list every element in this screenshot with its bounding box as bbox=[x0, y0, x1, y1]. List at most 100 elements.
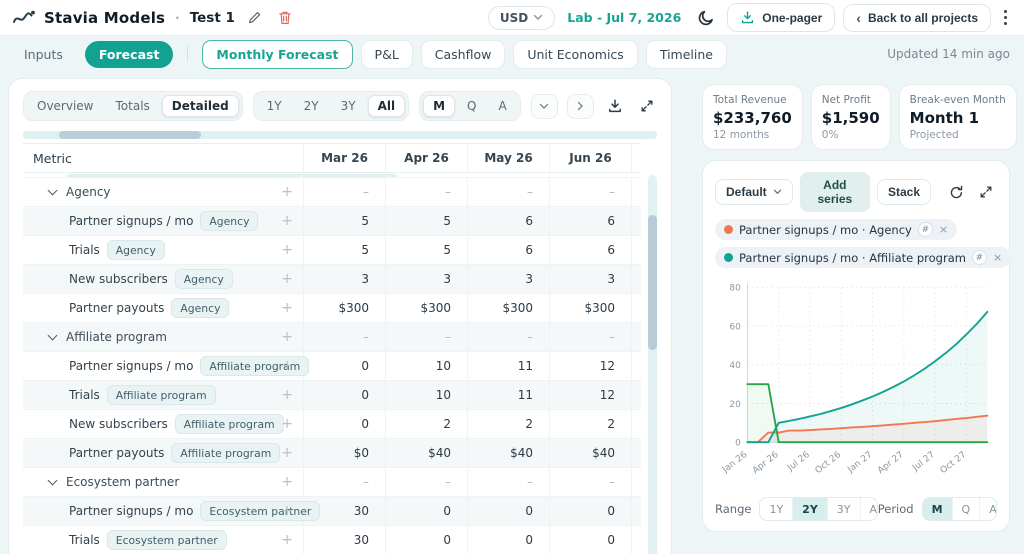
series-chip[interactable]: Partner signups / mo · Agency # × bbox=[715, 219, 958, 240]
value-cell[interactable]: 2 bbox=[467, 410, 549, 438]
value-cell[interactable]: 0 bbox=[549, 497, 631, 525]
table-row[interactable]: Partner signups / mo Affiliate program +0 1… bbox=[23, 352, 641, 381]
horizontal-scrollbar-thumb[interactable] bbox=[59, 131, 201, 139]
nav-tab-forecast[interactable]: Forecast bbox=[84, 40, 174, 68]
value-cell[interactable]: 6 bbox=[549, 207, 631, 235]
dark-mode-toggle[interactable] bbox=[693, 7, 719, 29]
subtab-p-l[interactable]: P&L bbox=[360, 39, 413, 69]
add-row-button[interactable]: + bbox=[281, 358, 293, 374]
chevron-down-icon[interactable] bbox=[47, 475, 58, 486]
table-row[interactable]: Trials Affiliate program +0 10 11 12 bbox=[23, 381, 641, 410]
add-row-button[interactable]: + bbox=[281, 213, 293, 229]
add-row-button[interactable]: + bbox=[281, 416, 293, 432]
add-row-button[interactable]: + bbox=[281, 474, 293, 490]
value-cell[interactable]: 6 bbox=[467, 207, 549, 235]
step-forward-button[interactable] bbox=[566, 93, 594, 119]
view-tab-overview[interactable]: Overview bbox=[27, 95, 104, 117]
value-cell[interactable]: 0 bbox=[385, 497, 467, 525]
chart-period-q[interactable]: Q bbox=[951, 498, 980, 520]
one-pager-button[interactable]: One-pager bbox=[727, 3, 836, 32]
value-cell[interactable]: $300 bbox=[549, 294, 631, 322]
rename-model-button[interactable] bbox=[243, 8, 266, 27]
value-cell[interactable]: 0 bbox=[549, 526, 631, 554]
horizontal-scrollbar[interactable] bbox=[23, 131, 657, 139]
value-cell[interactable]: 5 bbox=[385, 207, 467, 235]
add-row-button[interactable]: + bbox=[281, 300, 293, 316]
remove-series-button[interactable]: × bbox=[939, 223, 948, 236]
value-cell[interactable]: $300 bbox=[467, 294, 549, 322]
chart-period-m[interactable]: M bbox=[922, 498, 952, 520]
chart-period-a[interactable]: A bbox=[979, 498, 996, 520]
value-cell[interactable]: 3 bbox=[385, 265, 467, 293]
table-row[interactable]: Partner signups / mo Agency +5 5 6 6 bbox=[23, 207, 641, 236]
value-cell[interactable]: 30 bbox=[303, 526, 385, 554]
value-cell[interactable]: 0 bbox=[385, 526, 467, 554]
back-to-projects-button[interactable]: ‹ Back to all projects bbox=[843, 3, 991, 32]
value-cell[interactable]: – bbox=[549, 178, 631, 206]
range-tab-2y[interactable]: 2Y bbox=[294, 95, 329, 117]
reset-chart-button[interactable] bbox=[945, 183, 968, 202]
range-tab-all[interactable]: All bbox=[367, 95, 406, 117]
value-cell[interactable]: – bbox=[303, 323, 385, 351]
vertical-scrollbar-thumb[interactable] bbox=[648, 215, 657, 350]
nav-tab-inputs[interactable]: Inputs bbox=[10, 41, 77, 68]
value-cell[interactable]: 5 bbox=[303, 236, 385, 264]
format-number-button[interactable]: # bbox=[971, 250, 987, 265]
add-row-button[interactable]: + bbox=[281, 387, 293, 403]
value-cell[interactable]: 2 bbox=[385, 410, 467, 438]
value-cell[interactable]: 3 bbox=[549, 265, 631, 293]
value-cell[interactable]: – bbox=[549, 323, 631, 351]
remove-series-button[interactable]: × bbox=[993, 251, 1002, 264]
export-table-button[interactable] bbox=[603, 96, 627, 116]
table-row[interactable]: New subscribers Agency +3 3 3 3 bbox=[23, 265, 641, 294]
subtab-unit-economics[interactable]: Unit Economics bbox=[513, 39, 638, 69]
chart-range-all[interactable]: All bbox=[859, 498, 877, 520]
table-row[interactable]: New subscribers Affiliate program +0 2 2 2 bbox=[23, 410, 641, 439]
expand-table-button[interactable] bbox=[636, 97, 658, 115]
table-row[interactable]: Ecosystem partner + – – – – bbox=[23, 468, 641, 497]
table-row[interactable]: Trials Agency +5 5 6 6 bbox=[23, 236, 641, 265]
value-cell[interactable]: 11 bbox=[467, 381, 549, 409]
period-tab-m[interactable]: M bbox=[423, 95, 456, 117]
series-chip[interactable]: Partner signups / mo · Affiliate program… bbox=[715, 247, 1012, 268]
add-series-button[interactable]: Add series bbox=[799, 172, 870, 212]
view-tab-totals[interactable]: Totals bbox=[106, 95, 160, 117]
value-cell[interactable]: $300 bbox=[303, 294, 385, 322]
value-cell[interactable]: – bbox=[303, 468, 385, 496]
value-cell[interactable]: 11 bbox=[467, 352, 549, 380]
value-cell[interactable]: $40 bbox=[467, 439, 549, 467]
value-cell[interactable]: $40 bbox=[385, 439, 467, 467]
delete-model-button[interactable] bbox=[274, 8, 296, 27]
view-tab-detailed[interactable]: Detailed bbox=[161, 95, 239, 117]
vertical-scrollbar[interactable] bbox=[648, 175, 657, 554]
add-row-button[interactable]: + bbox=[281, 184, 293, 200]
table-row[interactable]: Trials Ecosystem partner +30 0 0 0 bbox=[23, 526, 641, 554]
value-cell[interactable]: – bbox=[385, 323, 467, 351]
table-row[interactable]: Partner payouts Agency + $300 $300 $300 $300 bbox=[23, 294, 641, 323]
add-row-button[interactable]: + bbox=[281, 329, 293, 345]
value-cell[interactable]: 12 bbox=[549, 381, 631, 409]
chart-range-2y[interactable]: 2Y bbox=[792, 498, 827, 520]
value-cell[interactable]: 0 bbox=[303, 352, 385, 380]
collapse-all-button[interactable] bbox=[530, 93, 558, 119]
value-cell[interactable]: – bbox=[385, 178, 467, 206]
value-cell[interactable]: – bbox=[467, 468, 549, 496]
format-number-button[interactable]: # bbox=[917, 222, 933, 237]
add-row-button[interactable]: + bbox=[281, 503, 293, 519]
range-tab-1y[interactable]: 1Y bbox=[257, 95, 292, 117]
value-cell[interactable]: 6 bbox=[467, 236, 549, 264]
value-cell[interactable]: $300 bbox=[385, 294, 467, 322]
value-cell[interactable]: 12 bbox=[549, 352, 631, 380]
value-cell[interactable]: 0 bbox=[303, 410, 385, 438]
table-row[interactable]: Affiliate program + – – – – bbox=[23, 323, 641, 352]
forecast-chart[interactable]: 0 20 40 60 80 Jan 26 Apr 26 Jul 26 Oct 26 Jan 27 A… bbox=[715, 276, 999, 497]
chart-range-1y[interactable]: 1Y bbox=[760, 498, 792, 520]
more-menu-button[interactable] bbox=[999, 7, 1012, 28]
subtab-monthly-forecast[interactable]: Monthly Forecast bbox=[202, 39, 353, 69]
period-tab-a[interactable]: A bbox=[489, 95, 517, 117]
expand-chart-button[interactable] bbox=[975, 183, 997, 201]
value-cell[interactable]: 6 bbox=[549, 236, 631, 264]
period-tab-q[interactable]: Q bbox=[457, 95, 486, 117]
value-cell[interactable]: 5 bbox=[303, 207, 385, 235]
value-cell[interactable]: 0 bbox=[467, 526, 549, 554]
